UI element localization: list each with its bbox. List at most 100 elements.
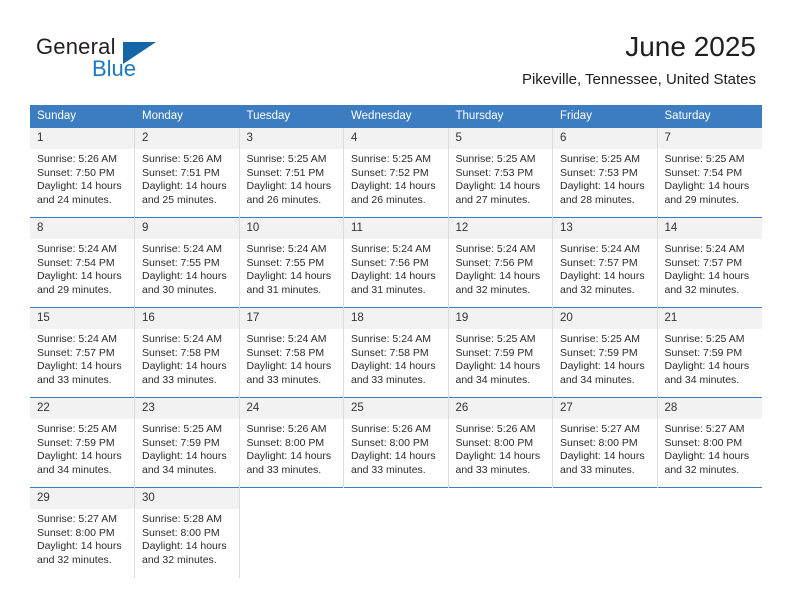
calendar-day-cell[interactable]: 19 Sunrise: 5:25 AM Sunset: 7:59 PM Dayligh…: [448, 307, 553, 398]
day-details: Sunrise: 5:25 AM Sunset: 7:53 PM Daylight:…: [553, 149, 657, 207]
day-number: 12: [448, 218, 552, 239]
calendar-day-cell[interactable]: 30 Sunrise: 5:28 AM Sunset: 8:00 PM Dayligh…: [134, 487, 240, 578]
calendar-day-cell[interactable]: 16 Sunrise: 5:24 AM Sunset: 7:58 PM Dayligh…: [134, 307, 240, 398]
sunrise-time: Sunrise: 5:25 AM: [351, 153, 431, 165]
day-number: 17: [239, 308, 343, 329]
calendar-day-cell[interactable]: 2 Sunrise: 5:26 AM Sunset: 7:51 PM Daylight…: [134, 127, 240, 218]
column-header-friday: Friday: [552, 105, 658, 128]
calendar-day-cell-empty: [343, 487, 449, 578]
calendar-day-cell-empty: [552, 487, 658, 578]
sunrise-time: Sunrise: 5:25 AM: [560, 153, 640, 165]
calendar-day-cell[interactable]: 8 Sunrise: 5:24 AM Sunset: 7:54 PM Daylight…: [30, 217, 135, 308]
calendar-day-cell[interactable]: 15 Sunrise: 5:24 AM Sunset: 7:57 PM Dayligh…: [30, 307, 135, 398]
column-header-wednesday: Wednesday: [343, 105, 449, 128]
sunset-time: Sunset: 7:50 PM: [37, 166, 115, 179]
daylight-duration: Daylight: 14 hours and 30 minutes.: [142, 270, 227, 296]
day-details: Sunrise: 5:25 AM Sunset: 7:59 PM Daylight:…: [135, 419, 239, 477]
calendar-day-cell[interactable]: 27 Sunrise: 5:27 AM Sunset: 8:00 PM Dayligh…: [552, 397, 658, 488]
daylight-duration: Daylight: 14 hours and 32 minutes.: [455, 270, 541, 296]
day-number: 1: [30, 128, 134, 149]
logo-text-blue: Blue: [92, 56, 137, 81]
sunrise-sunset-calendar: Sunday Monday Tuesday Wednesday Thursday…: [30, 105, 762, 578]
day-details: Sunrise: 5:25 AM Sunset: 7:59 PM Daylight:…: [658, 329, 762, 387]
day-details: Sunrise: 5:26 AM Sunset: 8:00 PM Daylight:…: [449, 419, 553, 477]
daylight-duration: Daylight: 14 hours and 33 minutes.: [351, 360, 436, 386]
daylight-duration: Daylight: 14 hours and 33 minutes.: [246, 360, 332, 386]
calendar-day-cell[interactable]: 12 Sunrise: 5:24 AM Sunset: 7:56 PM Dayligh…: [448, 217, 553, 308]
day-details: Sunrise: 5:25 AM Sunset: 7:53 PM Daylight:…: [449, 149, 553, 207]
calendar-day-cell[interactable]: 20 Sunrise: 5:25 AM Sunset: 7:59 PM Dayligh…: [552, 307, 658, 398]
sunset-time: Sunset: 7:59 PM: [142, 436, 220, 449]
calendar-day-cell[interactable]: 25 Sunrise: 5:26 AM Sunset: 8:00 PM Dayligh…: [343, 397, 449, 488]
sunrise-time: Sunrise: 5:24 AM: [37, 333, 117, 345]
calendar-day-cell[interactable]: 11 Sunrise: 5:24 AM Sunset: 7:56 PM Dayligh…: [343, 217, 449, 308]
daylight-duration: Daylight: 14 hours and 33 minutes.: [351, 450, 436, 476]
sunset-time: Sunset: 7:57 PM: [664, 256, 743, 269]
calendar-day-cell[interactable]: 7 Sunrise: 5:25 AM Sunset: 7:54 PM Daylight…: [657, 127, 762, 218]
sunrise-time: Sunrise: 5:24 AM: [560, 243, 640, 255]
calendar-day-cell[interactable]: 4 Sunrise: 5:25 AM Sunset: 7:52 PM Daylight…: [343, 127, 449, 218]
calendar-day-cell[interactable]: 13 Sunrise: 5:24 AM Sunset: 7:57 PM Dayligh…: [552, 217, 658, 308]
sunrise-time: Sunrise: 5:24 AM: [37, 243, 117, 255]
daylight-duration: Daylight: 14 hours and 32 minutes.: [142, 540, 227, 566]
sunrise-time: Sunrise: 5:26 AM: [455, 423, 536, 435]
day-details: Sunrise: 5:25 AM Sunset: 7:51 PM Daylight:…: [240, 149, 344, 207]
calendar-day-cell[interactable]: 6 Sunrise: 5:25 AM Sunset: 7:53 PM Daylight…: [552, 127, 658, 218]
calendar-day-cell[interactable]: 17 Sunrise: 5:24 AM Sunset: 7:58 PM Dayligh…: [239, 307, 344, 398]
sunrise-time: Sunrise: 5:25 AM: [37, 423, 117, 435]
sunrise-time: Sunrise: 5:27 AM: [37, 513, 117, 525]
calendar-day-cell-empty: [657, 487, 762, 578]
calendar-day-cell[interactable]: 26 Sunrise: 5:26 AM Sunset: 8:00 PM Dayligh…: [448, 397, 553, 488]
sunrise-time: Sunrise: 5:26 AM: [37, 153, 117, 165]
sunset-time: Sunset: 7:59 PM: [664, 346, 743, 359]
sunset-time: Sunset: 7:54 PM: [664, 166, 743, 179]
calendar-day-cell[interactable]: 28 Sunrise: 5:27 AM Sunset: 8:00 PM Dayligh…: [657, 397, 762, 488]
day-details: Sunrise: 5:25 AM Sunset: 7:52 PM Daylight:…: [344, 149, 448, 207]
day-details: Sunrise: 5:24 AM Sunset: 7:58 PM Daylight:…: [135, 329, 239, 387]
calendar-week-row: 8 Sunrise: 5:24 AM Sunset: 7:54 PM Daylight…: [30, 217, 762, 308]
daylight-duration: Daylight: 14 hours and 29 minutes.: [664, 180, 750, 206]
day-number: 13: [553, 218, 657, 239]
calendar-body: 1 Sunrise: 5:26 AM Sunset: 7:50 PM Daylight…: [30, 127, 762, 578]
calendar-day-cell[interactable]: 10 Sunrise: 5:24 AM Sunset: 7:55 PM Dayligh…: [239, 217, 344, 308]
calendar-week-row: 22 Sunrise: 5:25 AM Sunset: 7:59 PM Dayligh…: [30, 397, 762, 488]
daylight-duration: Daylight: 14 hours and 31 minutes.: [351, 270, 436, 296]
sunrise-time: Sunrise: 5:26 AM: [351, 423, 431, 435]
sunrise-time: Sunrise: 5:25 AM: [664, 153, 745, 165]
calendar-day-cell[interactable]: 3 Sunrise: 5:25 AM Sunset: 7:51 PM Daylight…: [239, 127, 344, 218]
calendar-day-cell[interactable]: 9 Sunrise: 5:24 AM Sunset: 7:55 PM Daylight…: [134, 217, 240, 308]
day-details: Sunrise: 5:27 AM Sunset: 8:00 PM Daylight:…: [658, 419, 762, 477]
calendar-day-cell[interactable]: 24 Sunrise: 5:26 AM Sunset: 8:00 PM Dayligh…: [239, 397, 344, 488]
sunrise-time: Sunrise: 5:26 AM: [246, 423, 327, 435]
day-number: [344, 488, 448, 509]
sunrise-time: Sunrise: 5:28 AM: [142, 513, 222, 525]
calendar-day-cell[interactable]: 29 Sunrise: 5:27 AM Sunset: 8:00 PM Dayligh…: [30, 487, 135, 578]
sunrise-time: Sunrise: 5:27 AM: [664, 423, 745, 435]
sunset-time: Sunset: 7:58 PM: [351, 346, 429, 359]
day-number: 5: [448, 128, 552, 149]
sunset-time: Sunset: 7:55 PM: [246, 256, 325, 269]
calendar-day-cell[interactable]: 5 Sunrise: 5:25 AM Sunset: 7:53 PM Daylight…: [448, 127, 553, 218]
day-details: Sunrise: 5:24 AM Sunset: 7:58 PM Daylight:…: [240, 329, 344, 387]
daylight-duration: Daylight: 14 hours and 29 minutes.: [37, 270, 122, 296]
day-number: 14: [657, 218, 762, 239]
day-number: 22: [30, 398, 134, 419]
day-details: Sunrise: 5:24 AM Sunset: 7:55 PM Daylight:…: [135, 239, 239, 297]
sunset-time: Sunset: 8:00 PM: [664, 436, 743, 449]
calendar-day-cell[interactable]: 1 Sunrise: 5:26 AM Sunset: 7:50 PM Daylight…: [30, 127, 135, 218]
sunrise-time: Sunrise: 5:24 AM: [664, 243, 745, 255]
column-header-monday: Monday: [134, 105, 240, 128]
day-number: 21: [657, 308, 762, 329]
sunset-time: Sunset: 8:00 PM: [37, 526, 115, 539]
calendar-day-cell[interactable]: 14 Sunrise: 5:24 AM Sunset: 7:57 PM Dayligh…: [657, 217, 762, 308]
day-number: [448, 488, 552, 509]
sunset-time: Sunset: 7:53 PM: [455, 166, 534, 179]
calendar-day-cell[interactable]: 23 Sunrise: 5:25 AM Sunset: 7:59 PM Dayligh…: [134, 397, 240, 488]
calendar-day-cell[interactable]: 18 Sunrise: 5:24 AM Sunset: 7:58 PM Dayligh…: [343, 307, 449, 398]
sunset-time: Sunset: 7:59 PM: [560, 346, 638, 359]
day-number: 27: [553, 398, 657, 419]
calendar-day-cell[interactable]: 21 Sunrise: 5:25 AM Sunset: 7:59 PM Dayligh…: [657, 307, 762, 398]
day-number: 7: [657, 128, 762, 149]
sunrise-time: Sunrise: 5:24 AM: [351, 333, 431, 345]
calendar-day-cell[interactable]: 22 Sunrise: 5:25 AM Sunset: 7:59 PM Dayligh…: [30, 397, 135, 488]
